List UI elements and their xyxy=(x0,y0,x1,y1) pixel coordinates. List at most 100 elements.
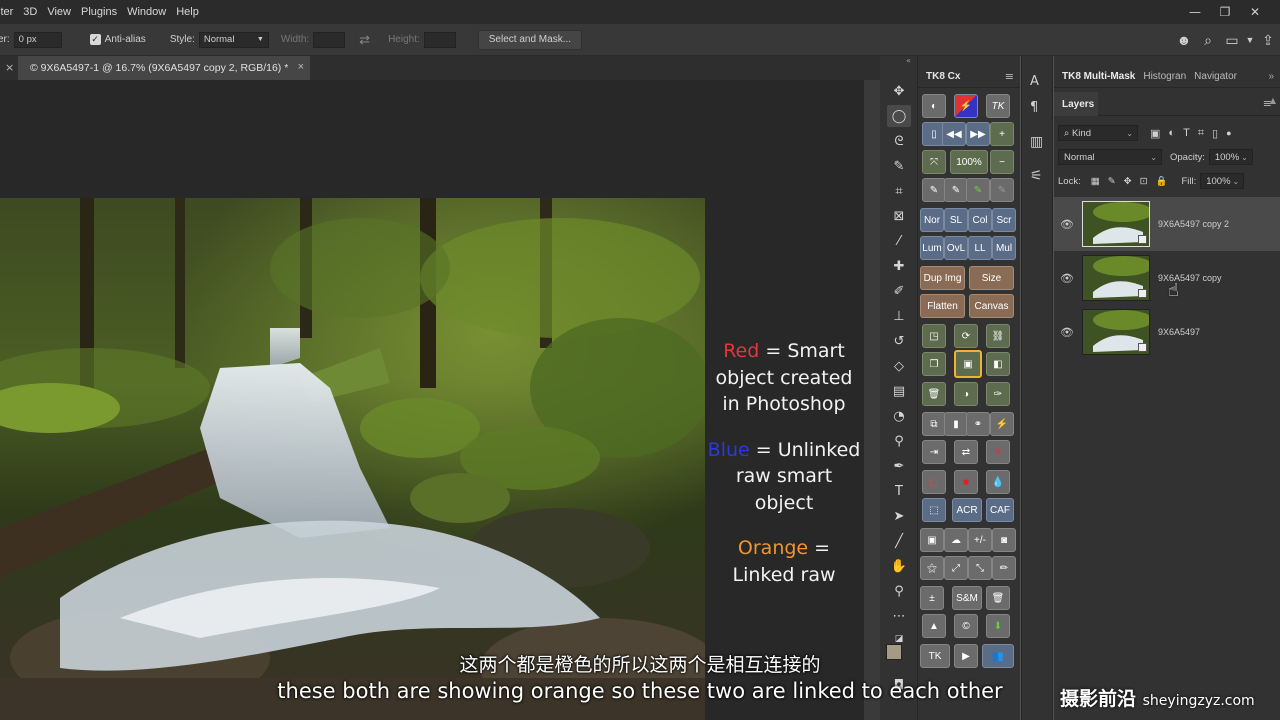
blend-color-button[interactable]: Col xyxy=(968,208,992,232)
blend-normal-button[interactable]: Nor xyxy=(920,208,944,232)
width-input[interactable] xyxy=(313,31,346,48)
close-document-icon[interactable]: × xyxy=(298,61,304,73)
select-and-mask-button[interactable]: Select and Mask... xyxy=(477,29,583,50)
download-icon[interactable]: ⬇ xyxy=(986,614,1010,638)
drop-icon[interactable]: 💧 xyxy=(986,470,1010,494)
dodge-tool-icon[interactable]: ⚲ xyxy=(887,430,911,452)
collapse-right-icon[interactable]: ▲ xyxy=(1270,96,1276,105)
frame-tool-icon[interactable]: ⊠ xyxy=(887,205,911,227)
tk8-mask-icon[interactable]: ◐ xyxy=(922,94,946,118)
healing-brush-tool-icon[interactable]: ✚ xyxy=(887,255,911,277)
tab-histogram[interactable]: Histogran xyxy=(1139,71,1190,82)
type-tool-icon[interactable]: T xyxy=(887,480,911,502)
path-selection-tool-icon[interactable]: ➤ xyxy=(887,505,911,527)
libraries-icon[interactable]: ▥ xyxy=(1030,134,1043,150)
opacity-input[interactable]: 100% ⌄ xyxy=(1208,149,1253,165)
layer-row[interactable]: 👁 9X6A5497 xyxy=(1054,305,1280,359)
filter-pixel-icon[interactable]: ▣ xyxy=(1150,127,1160,140)
wand-icon[interactable]: ⚝ xyxy=(920,556,944,580)
character-icon[interactable]: A xyxy=(1030,74,1039,89)
line-tool-icon[interactable]: ╱ xyxy=(887,530,911,552)
adjustments-icon[interactable]: ⚟ xyxy=(1030,168,1043,184)
lock-all-icon[interactable]: 🔒 xyxy=(1156,176,1168,187)
caf-button[interactable]: CAF xyxy=(986,498,1014,522)
smart-object-new-icon[interactable]: ◳ xyxy=(922,324,946,348)
elliptical-marquee-tool-icon[interactable]: ◯ xyxy=(887,105,911,127)
tk8-title[interactable]: TK8 Cx xyxy=(918,71,960,82)
size-button[interactable]: Size xyxy=(969,266,1014,290)
clone-stamp-tool-icon[interactable]: ⊥ xyxy=(887,305,911,327)
visibility-eye-icon[interactable]: 👁 xyxy=(1054,218,1080,231)
expand-icon[interactable]: ⤢ xyxy=(944,556,968,580)
add-icon[interactable]: + xyxy=(990,122,1014,146)
restore-icon[interactable]: ❐ xyxy=(1210,0,1240,24)
style-select[interactable]: Normal ▼ xyxy=(198,31,269,48)
fill-input[interactable]: 100% ⌄ xyxy=(1200,173,1245,189)
filter-adjustment-icon[interactable]: ◐ xyxy=(1168,127,1175,139)
lasso-tool-icon[interactable]: ᘓ xyxy=(887,130,911,152)
menu-help[interactable]: Help xyxy=(171,6,204,18)
feather-input[interactable]: 0 px xyxy=(13,31,62,48)
next-icon[interactable]: ▶▶ xyxy=(966,122,990,146)
layer-row[interactable]: 👁 9X6A5497 copy xyxy=(1054,251,1280,305)
eraser-tool-icon[interactable]: ◇ xyxy=(887,355,911,377)
brush-gray-icon[interactable]: ✎ xyxy=(990,178,1014,202)
plus-minus-icon[interactable]: ± xyxy=(920,586,944,610)
brush-green-icon[interactable]: ✎ xyxy=(966,178,990,202)
contract-icon[interactable]: ⤡ xyxy=(968,556,992,580)
share-users-icon[interactable]: ☻ xyxy=(1172,32,1196,48)
visibility-eye-icon[interactable]: 👁 xyxy=(1054,272,1080,285)
red-outline-icon[interactable]: ▢ xyxy=(922,470,946,494)
blend-luminosity-button[interactable]: Lum xyxy=(920,236,944,260)
triangle-icon[interactable]: ▲ xyxy=(922,614,946,638)
lock-transparent-icon[interactable]: ▦ xyxy=(1091,176,1100,187)
prev-icon[interactable]: ◀◀ xyxy=(942,122,966,146)
paragraph-icon[interactable]: ¶ xyxy=(1030,100,1038,115)
blend-linearlight-button[interactable]: LL xyxy=(968,236,992,260)
menu-3d[interactable]: 3D xyxy=(18,6,42,18)
lock-artboard-icon[interactable]: ⊡ xyxy=(1140,176,1148,187)
height-input[interactable] xyxy=(423,31,456,48)
weather-icon[interactable]: ☁ xyxy=(944,528,968,552)
smart-object-copy-icon[interactable]: ❐ xyxy=(922,352,946,376)
delete-x-icon[interactable]: ✕ xyxy=(986,440,1010,464)
swap-layers-icon[interactable]: ⇄ xyxy=(954,440,978,464)
chevron-down-icon[interactable]: ▼ xyxy=(1244,35,1256,45)
more-tools-icon[interactable]: ⋯ xyxy=(887,605,911,627)
filter-toggle-icon[interactable]: ● xyxy=(1226,128,1231,138)
visibility-eye-icon[interactable]: 👁 xyxy=(1054,326,1080,339)
share-icon[interactable]: ⇪ xyxy=(1256,32,1280,49)
blend-multiply-button[interactable]: Mul xyxy=(992,236,1016,260)
close-window-icon[interactable]: ✕ xyxy=(1240,0,1270,24)
document-tab[interactable]: © 9X6A5497-1 @ 16.7% (9X6A5497 copy 2, R… xyxy=(18,56,310,80)
search-icon[interactable]: ⌕ xyxy=(1196,32,1220,49)
lock-position-icon[interactable]: ✥ xyxy=(1124,176,1132,187)
blend-softlight-button[interactable]: SL xyxy=(944,208,968,232)
canvas-button[interactable]: Canvas xyxy=(969,294,1014,318)
blur-tool-icon[interactable]: ◔ xyxy=(887,405,911,427)
smart-object-pen-icon[interactable]: ✑ xyxy=(986,382,1010,406)
brush-black-icon[interactable]: ✎ xyxy=(922,178,946,202)
flatten-button[interactable]: Flatten xyxy=(920,294,965,318)
minimize-icon[interactable]: — xyxy=(1180,0,1210,24)
filter-type-icon[interactable]: T xyxy=(1183,127,1190,139)
lock-image-icon[interactable]: ✎ xyxy=(1108,176,1116,187)
kind-select[interactable]: ⌕ Kind ⌄ xyxy=(1058,125,1138,141)
quick-selection-tool-icon[interactable]: ✎ xyxy=(887,155,911,177)
hand-tool-icon[interactable]: ✋ xyxy=(887,555,911,577)
tab-tk8-multi-mask[interactable]: TK8 Multi-Mask xyxy=(1054,71,1139,82)
sam-button[interactable]: S&M xyxy=(952,586,982,610)
filter-smart-icon[interactable]: ▯ xyxy=(1212,127,1218,140)
selection-frame-icon[interactable]: ⬚ xyxy=(922,498,946,522)
menu-window[interactable]: Window xyxy=(122,6,171,18)
menu-filter[interactable]: lter xyxy=(0,6,18,18)
gradient-tool-icon[interactable]: ▤ xyxy=(887,380,911,402)
stack-icon[interactable]: ⧉ xyxy=(922,412,946,436)
canvas-vertical-scrollbar[interactable] xyxy=(864,80,880,720)
pen-tool-icon[interactable]: ✒ xyxy=(887,455,911,477)
filter-shape-icon[interactable]: ⌗ xyxy=(1198,127,1204,140)
tk8-logo-icon[interactable]: TK xyxy=(986,94,1010,118)
tab-layers[interactable]: Layers xyxy=(1054,92,1098,116)
panel-menu-icon[interactable]: ≡ xyxy=(1005,70,1014,83)
menu-plugins[interactable]: Plugins xyxy=(76,6,122,18)
